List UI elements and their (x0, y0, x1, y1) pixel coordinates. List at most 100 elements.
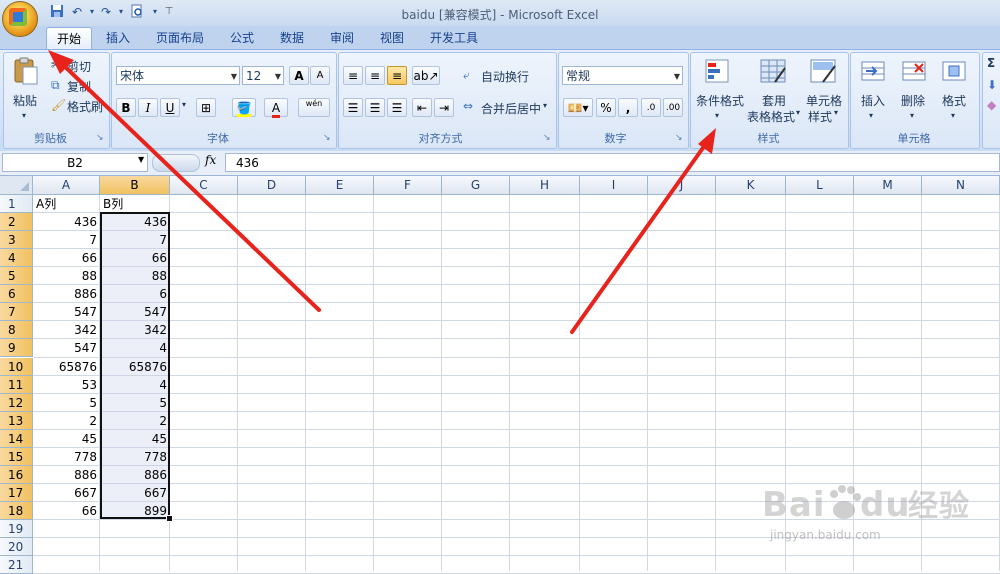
font-name-combo[interactable]: 宋体 ▼ (116, 66, 240, 85)
cell-B16[interactable]: 886 (100, 466, 170, 484)
table-format-icon[interactable] (759, 58, 787, 87)
fill-color-icon[interactable]: 🪣 (232, 98, 256, 117)
cell-A3[interactable]: 7 (33, 231, 100, 249)
comma-button[interactable]: , (618, 98, 638, 117)
cell-B13[interactable]: 2 (100, 412, 170, 430)
grow-font-button[interactable]: A (289, 66, 309, 85)
italic-button[interactable]: I (138, 98, 158, 117)
orientation-icon[interactable]: ab↗ (412, 66, 440, 85)
delete-cells-button[interactable]: 删除 (901, 92, 925, 109)
column-header-H[interactable]: H (510, 176, 580, 195)
column-header-F[interactable]: F (374, 176, 442, 195)
row-header-19[interactable]: 19 (0, 519, 33, 538)
row-header-5[interactable]: 5 (0, 267, 33, 286)
row-header-8[interactable]: 8 (0, 321, 33, 340)
cell-B17[interactable]: 667 (100, 484, 170, 502)
cell-A7[interactable]: 547 (33, 303, 100, 321)
cell-A18[interactable]: 66 (33, 502, 100, 520)
font-size-combo[interactable]: 12 ▼ (242, 66, 284, 85)
copy-button[interactable]: 复制 (67, 78, 91, 95)
format-painter-button[interactable]: 格式刷 (67, 98, 103, 115)
column-header-N[interactable]: N (922, 176, 1000, 195)
cell-B9[interactable]: 4 (100, 339, 170, 357)
underline-button[interactable]: U (160, 98, 180, 117)
row-header-21[interactable]: 21 (0, 556, 33, 574)
row-header-9[interactable]: 9 (0, 339, 33, 358)
decrease-indent-icon[interactable]: ⇤ (412, 98, 432, 117)
row-header-11[interactable]: 11 (0, 375, 33, 394)
cell-styles-label-1[interactable]: 单元格 (806, 92, 842, 109)
number-launcher-icon[interactable]: ↘ (675, 133, 683, 143)
increase-indent-icon[interactable]: ⇥ (434, 98, 454, 117)
column-header-D[interactable]: D (238, 176, 306, 195)
table-format-label-1[interactable]: 套用 (762, 92, 786, 109)
merge-center-icon[interactable]: ⇔ (463, 99, 473, 113)
row-header-17[interactable]: 17 (0, 483, 33, 502)
cell-A12[interactable]: 5 (33, 394, 100, 412)
wrap-text-button[interactable]: 自动换行 (481, 68, 529, 85)
table-format-dropdown-icon[interactable]: ▾ (796, 108, 800, 117)
cell-B11[interactable]: 4 (100, 376, 170, 394)
format-painter-icon[interactable]: 🖌 (51, 98, 66, 112)
column-header-E[interactable]: E (306, 176, 374, 195)
number-format-combo[interactable]: 常规 ▼ (562, 66, 683, 85)
tab-view[interactable]: 视图 (372, 27, 412, 49)
clear-icon[interactable]: ◆ (987, 98, 996, 112)
insert-function-button[interactable]: fx (205, 153, 216, 167)
align-right-icon[interactable]: ☰ (387, 98, 407, 117)
cut-button[interactable]: 剪切 (67, 58, 91, 75)
clipboard-launcher-icon[interactable]: ↘ (96, 133, 104, 143)
cell-B2[interactable]: 436 (100, 213, 170, 231)
tab-insert[interactable]: 插入 (98, 27, 138, 49)
align-left-icon[interactable]: ☰ (343, 98, 363, 117)
format-dropdown-icon[interactable]: ▾ (951, 111, 955, 120)
cell-B10[interactable]: 65876 (100, 358, 170, 376)
cell-B6[interactable]: 6 (100, 285, 170, 303)
increase-decimal-icon[interactable]: .0 (641, 98, 661, 117)
cell-B5[interactable]: 88 (100, 267, 170, 285)
column-header-M[interactable]: M (854, 176, 922, 195)
insert-cells-icon[interactable] (860, 58, 886, 87)
select-all-button[interactable] (0, 176, 33, 195)
copy-icon[interactable]: ⧉ (51, 78, 60, 93)
border-icon[interactable]: ⊞ (196, 98, 216, 117)
cell-A6[interactable]: 886 (33, 285, 100, 303)
row-header-10[interactable]: 10 (0, 357, 33, 376)
cell-A8[interactable]: 342 (33, 321, 100, 339)
formula-input[interactable]: 436 (225, 153, 1000, 172)
alignment-launcher-icon[interactable]: ↘ (543, 133, 551, 143)
align-top-icon[interactable]: ≡ (343, 66, 363, 85)
currency-icon[interactable]: 💴▾ (563, 98, 593, 117)
cell-A9[interactable]: 547 (33, 339, 100, 357)
row-header-18[interactable]: 18 (0, 501, 33, 520)
conditional-format-button[interactable]: 条件格式 (696, 92, 744, 109)
name-box-dropdown-icon[interactable]: ▼ (138, 155, 144, 164)
cell-B1[interactable]: B列 (100, 195, 170, 213)
column-header-K[interactable]: K (716, 176, 786, 195)
cell-A16[interactable]: 886 (33, 466, 100, 484)
cell-A2[interactable]: 436 (33, 213, 100, 231)
cell-A14[interactable]: 45 (33, 430, 100, 448)
column-header-C[interactable]: C (170, 176, 238, 195)
paste-dropdown-icon[interactable]: ▾ (22, 111, 26, 120)
format-cells-button[interactable]: 格式 (942, 92, 966, 109)
row-header-3[interactable]: 3 (0, 231, 33, 250)
delete-dropdown-icon[interactable]: ▾ (910, 111, 914, 120)
fill-icon[interactable]: ⬇ (987, 78, 997, 92)
merge-dropdown-icon[interactable]: ▾ (543, 101, 547, 110)
row-header-15[interactable]: 15 (0, 447, 33, 466)
column-header-A[interactable]: A (33, 176, 100, 195)
row-header-20[interactable]: 20 (0, 538, 33, 556)
cell-A13[interactable]: 2 (33, 412, 100, 430)
percent-button[interactable]: % (596, 98, 616, 117)
bold-button[interactable]: B (116, 98, 136, 117)
cell-B12[interactable]: 5 (100, 394, 170, 412)
tab-data[interactable]: 数据 (272, 27, 312, 49)
tab-home[interactable]: 开始 (46, 27, 92, 50)
cell-styles-dropdown-icon[interactable]: ▾ (834, 108, 838, 117)
wrap-text-icon[interactable]: ⤶ (463, 68, 470, 83)
cell-B8[interactable]: 342 (100, 321, 170, 339)
paste-icon[interactable] (12, 56, 40, 86)
tab-review[interactable]: 审阅 (322, 27, 362, 49)
cell-B14[interactable]: 45 (100, 430, 170, 448)
